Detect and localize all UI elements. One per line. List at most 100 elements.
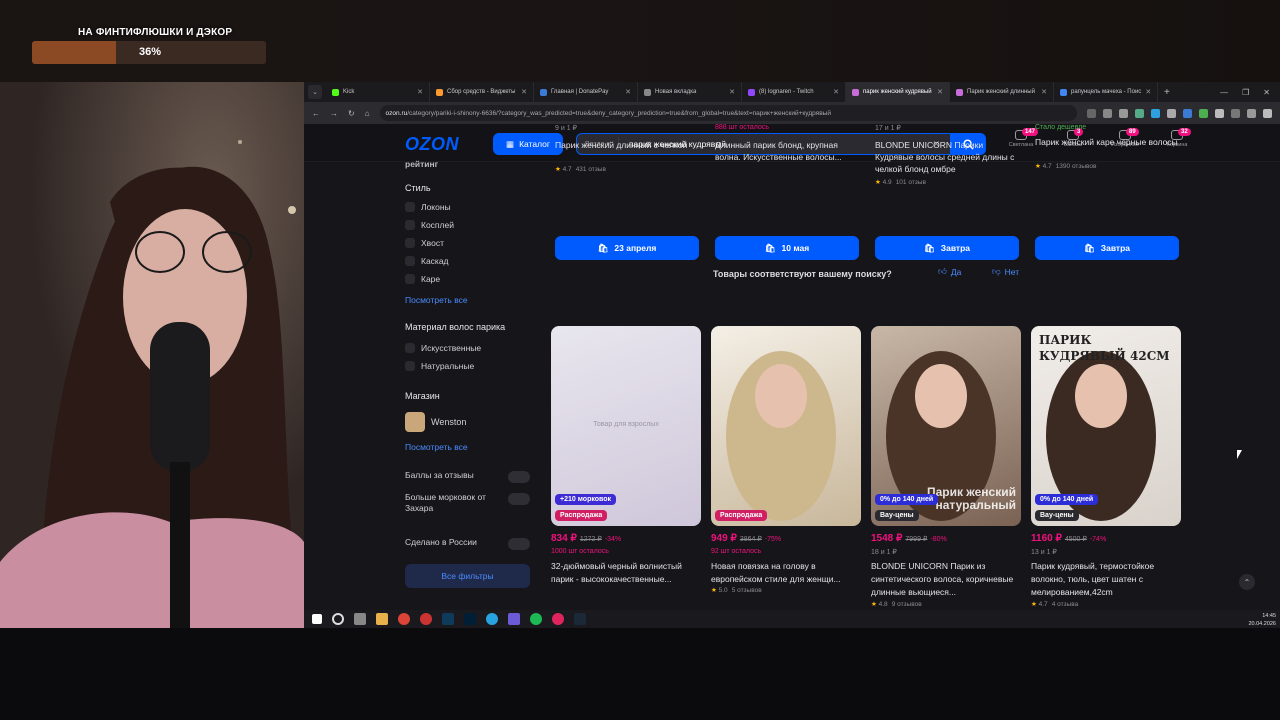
product-title[interactable]: BLONDE UNICORN Парики Кудрявые волосы ср…: [875, 139, 1023, 175]
product-title[interactable]: 32-дюймовый черный волнистый парик - выс…: [551, 560, 701, 586]
catalog-button[interactable]: ▦ Каталог: [493, 133, 563, 155]
close-tab-icon[interactable]: ✕: [417, 88, 423, 96]
product-image[interactable]: Товар для взрослых +210 морковок Распродаж…: [551, 326, 701, 526]
product-card[interactable]: Товар для взрослых +210 морковок Распродаж…: [551, 326, 701, 584]
product-image[interactable]: Распродажа: [711, 326, 861, 526]
extension-icon[interactable]: [1151, 108, 1160, 118]
close-tab-icon[interactable]: ✕: [833, 88, 839, 96]
extension-icon[interactable]: [1103, 108, 1112, 118]
close-tab-icon[interactable]: ✕: [937, 88, 943, 96]
browser-tab[interactable]: Парик женский длинный ✕: [950, 82, 1054, 102]
material-filter-option[interactable]: Натуральные: [405, 361, 474, 371]
checkbox[interactable]: [405, 361, 415, 371]
all-filters-button[interactable]: Все фильтры: [405, 564, 530, 588]
style-see-all-link[interactable]: Посмотреть все: [405, 295, 468, 305]
shop-filter-item[interactable]: Wenston: [405, 412, 466, 432]
product-title[interactable]: Парик женский длинный с челкой: [555, 139, 703, 151]
checkbox[interactable]: [405, 202, 415, 212]
feedback-no-button[interactable]: 👎︎ Нет: [992, 266, 1019, 277]
steam-icon[interactable]: [574, 613, 586, 625]
file-explorer-icon[interactable]: [376, 613, 388, 625]
product-title[interactable]: Парик кудрявый, термостойкое волокно, тю…: [1031, 560, 1181, 599]
browser-tab[interactable]: парик женский кудрявый ✕: [846, 82, 950, 102]
checkbox[interactable]: [405, 274, 415, 284]
toggle-switch[interactable]: [508, 538, 530, 550]
delivery-button[interactable]: 🛍︎ Завтра: [1035, 236, 1179, 260]
close-tab-icon[interactable]: ✕: [521, 88, 527, 96]
close-window-button[interactable]: ✕: [1263, 88, 1270, 97]
app-icon[interactable]: [552, 613, 564, 625]
menu-icon[interactable]: [1263, 108, 1272, 118]
extension-icon[interactable]: [1199, 108, 1208, 118]
product-title[interactable]: Длинный парик блонд, крупная волна. Иску…: [715, 139, 863, 163]
extension-icon[interactable]: [1183, 108, 1192, 118]
style-filter-option[interactable]: Каскад: [405, 256, 449, 266]
photoshop-icon[interactable]: [464, 613, 476, 625]
browser-tab[interactable]: Kick ✕: [326, 82, 430, 102]
toggle-switch[interactable]: [508, 471, 530, 483]
scroll-to-top-button[interactable]: ⌃: [1239, 574, 1255, 590]
app-icon[interactable]: [508, 613, 520, 625]
product-image[interactable]: Парик женский натуральный 0% до 140 дней В…: [871, 326, 1021, 526]
minimize-button[interactable]: —: [1220, 88, 1228, 97]
delivery-button[interactable]: 🛍︎ 23 апреля: [555, 236, 699, 260]
product-title[interactable]: BLONDE UNICORN Парик из синтетического в…: [871, 560, 1021, 599]
browser-tab[interactable]: рапунцель мачеха - Поис ✕: [1054, 82, 1158, 102]
extension-icon[interactable]: [1135, 108, 1144, 118]
product-card[interactable]: ПАРИК КУДРЯВЫЙ 42СМ 0% до 140 дней Вау-цен…: [1031, 326, 1181, 608]
product-title[interactable]: Парик женский каре черные волосы: [1035, 136, 1183, 148]
style-filter-option[interactable]: Каре: [405, 274, 440, 284]
close-tab-icon[interactable]: ✕: [625, 88, 631, 96]
extension-icon[interactable]: [1215, 108, 1224, 118]
style-filter-option[interactable]: Локоны: [405, 202, 451, 212]
forward-icon[interactable]: →: [330, 109, 338, 118]
toggle-switch[interactable]: [508, 493, 530, 505]
new-tab-button[interactable]: +: [1158, 87, 1176, 98]
browser-tab[interactable]: Новая вкладка ✕: [638, 82, 742, 102]
discount: -75%: [764, 536, 782, 543]
browser-tab[interactable]: (8) lognaren - Twitch ✕: [742, 82, 846, 102]
extension-icon[interactable]: [1167, 108, 1176, 118]
style-filter-option[interactable]: Косплей: [405, 220, 454, 230]
task-view-icon[interactable]: [354, 613, 366, 625]
lightroom-icon[interactable]: [442, 613, 454, 625]
telegram-icon[interactable]: [486, 613, 498, 625]
search-icon[interactable]: [332, 613, 344, 625]
chrome-icon[interactable]: [398, 613, 410, 625]
app-icon[interactable]: [420, 613, 432, 625]
delivery-button[interactable]: 🛍︎ 10 мая: [715, 236, 859, 260]
spotify-icon[interactable]: [530, 613, 542, 625]
feedback-yes-button[interactable]: 👍︎ Да: [938, 266, 961, 277]
style-filter-option[interactable]: Хвост: [405, 238, 444, 248]
close-tab-icon[interactable]: ✕: [1145, 88, 1151, 96]
material-filter-option[interactable]: Искусственные: [405, 343, 481, 353]
tab-search-button[interactable]: ⌄: [308, 85, 322, 99]
delivery-button[interactable]: 🛍︎ Завтра: [875, 236, 1019, 260]
extension-icon[interactable]: [1087, 108, 1096, 118]
windows-start-icon[interactable]: [312, 614, 322, 624]
shop-see-all-link[interactable]: Посмотреть все: [405, 442, 468, 452]
star-icon[interactable]: [1119, 108, 1128, 118]
checkbox[interactable]: [405, 220, 415, 230]
reviews-count: 4 отзыва: [1051, 601, 1079, 608]
product-card[interactable]: Парик женский натуральный 0% до 140 дней В…: [871, 326, 1021, 608]
browser-tab[interactable]: Сбор средств - Виджеты ✕: [430, 82, 534, 102]
checkbox[interactable]: [405, 238, 415, 248]
product-card[interactable]: Распродажа 949 ₽3864 ₽ -75% 92 шт осталось Н…: [711, 326, 861, 594]
product-title[interactable]: Новая повязка на голову в европейском ст…: [711, 560, 861, 586]
home-icon[interactable]: ⌂: [365, 109, 370, 118]
product-image[interactable]: ПАРИК КУДРЯВЫЙ 42СМ 0% до 140 дней Вау-цен…: [1031, 326, 1181, 526]
profile-icon[interactable]: [1247, 108, 1256, 118]
material-filter-label: Искусственные: [421, 343, 482, 353]
checkbox[interactable]: [405, 343, 415, 353]
checkbox[interactable]: [405, 256, 415, 266]
back-icon[interactable]: ←: [312, 109, 320, 118]
ozon-logo[interactable]: OZON: [405, 134, 459, 155]
maximize-button[interactable]: ❐: [1242, 88, 1249, 97]
reload-icon[interactable]: ↻: [348, 109, 355, 118]
url-field[interactable]: ozon.ru/category/pariki-i-shinony-6636/?…: [379, 105, 1077, 121]
close-tab-icon[interactable]: ✕: [729, 88, 735, 96]
browser-tab[interactable]: Главная | DonatePay ✕: [534, 82, 638, 102]
download-icon[interactable]: [1231, 108, 1240, 118]
close-tab-icon[interactable]: ✕: [1041, 88, 1047, 96]
